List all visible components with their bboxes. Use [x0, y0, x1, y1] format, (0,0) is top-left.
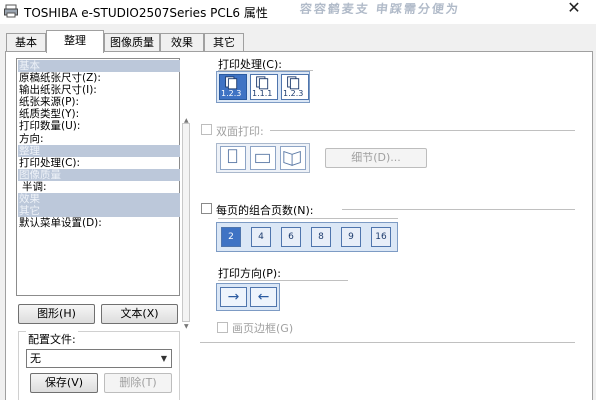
printer-icon: [4, 4, 18, 18]
nup-checkbox[interactable]: [201, 203, 212, 214]
text-view-button[interactable]: 文本(X): [101, 304, 178, 324]
open-book-icon: [283, 150, 301, 166]
offset-option[interactable]: 1.2.3: [281, 74, 309, 100]
orientation-label: 打印方向(P):: [218, 267, 281, 280]
offset-option-label: 1.2.3: [283, 89, 304, 98]
close-icon[interactable]: ✕: [552, 0, 596, 18]
list-item-default-menu[interactable]: 默认菜单设置(D):: [18, 217, 180, 229]
list-category-finishing[interactable]: 整理: [18, 144, 180, 157]
list-scrollbar[interactable]: [182, 123, 190, 322]
nup-9-option[interactable]: 9: [341, 227, 361, 247]
list-item-orientation[interactable]: 方向:: [18, 133, 180, 145]
profile-label: 配置文件:: [26, 331, 78, 347]
left-to-right-arrow-icon[interactable]: →: [220, 287, 247, 307]
blurred-overlay-text: 容容鹤麦支 申踩需分便为: [299, 2, 461, 14]
right-to-left-arrow-icon[interactable]: ←: [250, 287, 277, 307]
group-option[interactable]: 1.1.1: [250, 74, 278, 100]
tab-basic[interactable]: 基本: [6, 33, 46, 52]
nup-divider: [342, 209, 575, 210]
single-page-icon: [227, 149, 238, 164]
nup-label: 每页的组合页数(N):: [216, 204, 314, 217]
graphic-view-button[interactable]: 图形(H): [18, 304, 95, 324]
duplex-details-button[interactable]: 细节(D)...: [325, 148, 427, 168]
duplex-options: [216, 143, 310, 173]
list-item-original-size[interactable]: 原稿纸张尺寸(Z):: [18, 72, 180, 84]
page-border-checkbox[interactable]: [217, 322, 228, 333]
tab-strip: 基本 整理 图像质量 效果 其它: [0, 30, 596, 53]
nup-16-option[interactable]: 16: [371, 227, 391, 247]
tab-other[interactable]: 其它: [204, 33, 244, 52]
nup-4-option[interactable]: 4: [251, 227, 271, 247]
nup-2-option[interactable]: 2: [221, 227, 241, 247]
collate-option[interactable]: 1.2.3: [219, 74, 247, 100]
save-profile-button[interactable]: 保存(V): [30, 373, 98, 393]
orientation-options: → ←: [216, 283, 280, 311]
list-item-copies[interactable]: 打印数量(U):: [18, 120, 180, 132]
list-item-output-size[interactable]: 输出纸张尺寸(I):: [18, 84, 180, 96]
duplex-checkbox[interactable]: [201, 124, 212, 135]
duplex-long-edge-option[interactable]: [250, 146, 276, 170]
chevron-down-icon: ▼: [160, 354, 167, 363]
long-edge-flip-icon: [255, 153, 270, 164]
group-option-label: 1.1.1: [252, 89, 273, 98]
page-border-label: 画页边框(G): [232, 322, 294, 335]
collate-option-label: 1.2.3: [221, 89, 242, 98]
list-item-halftone[interactable]: 半调:: [18, 181, 180, 193]
duplex-book-option[interactable]: [280, 146, 306, 170]
list-item-paper-type[interactable]: 纸质类型(Y):: [18, 108, 180, 120]
duplex-label: 双面打印:: [216, 125, 264, 138]
scroll-down-icon[interactable]: ▼: [184, 323, 189, 330]
settings-summary-list[interactable]: 基本 原稿纸张尺寸(Z): 输出纸张尺寸(I): 纸张来源(P): 纸质类型(Y…: [16, 58, 190, 330]
tab-effect[interactable]: 效果: [160, 33, 204, 52]
nup-options: 2 4 6 8 9 16: [216, 222, 398, 252]
nup-underline: [218, 218, 398, 219]
print-process-options: 1.2.3 1.1.1 1.2.3: [216, 71, 310, 103]
delete-profile-button[interactable]: 删除(T): [104, 373, 172, 393]
bottom-divider: [200, 342, 575, 343]
settings-list-items: 基本 原稿纸张尺寸(Z): 输出纸张尺寸(I): 纸张来源(P): 纸质类型(Y…: [18, 60, 180, 254]
title-bar: TOSHIBA e-STUDIO2507Series PCL6 属性 容容鹤麦支…: [0, 0, 596, 24]
list-category-basic[interactable]: 基本: [18, 60, 180, 73]
nup-8-option[interactable]: 8: [311, 227, 331, 247]
list-category-effect[interactable]: 效果: [18, 193, 180, 206]
list-category-image-quality[interactable]: 图像质量: [18, 168, 180, 181]
profile-selected-value: 无: [30, 352, 41, 365]
orientation-divider: [218, 280, 348, 281]
duplex-divider: [270, 130, 575, 131]
window-title: TOSHIBA e-STUDIO2507Series PCL6 属性: [24, 6, 268, 20]
printer-properties-window: TOSHIBA e-STUDIO2507Series PCL6 属性 容容鹤麦支…: [0, 0, 596, 400]
tab-finishing[interactable]: 整理: [46, 30, 104, 53]
list-item-print-process[interactable]: 打印处理(C):: [18, 157, 180, 169]
list-category-other[interactable]: 其它: [18, 205, 180, 218]
list-item-paper-source[interactable]: 纸张来源(P):: [18, 96, 180, 108]
nup-6-option[interactable]: 6: [281, 227, 301, 247]
duplex-none-option[interactable]: [220, 146, 246, 170]
profile-select[interactable]: 无 ▼: [26, 349, 172, 368]
tab-image-quality[interactable]: 图像质量: [104, 33, 160, 52]
